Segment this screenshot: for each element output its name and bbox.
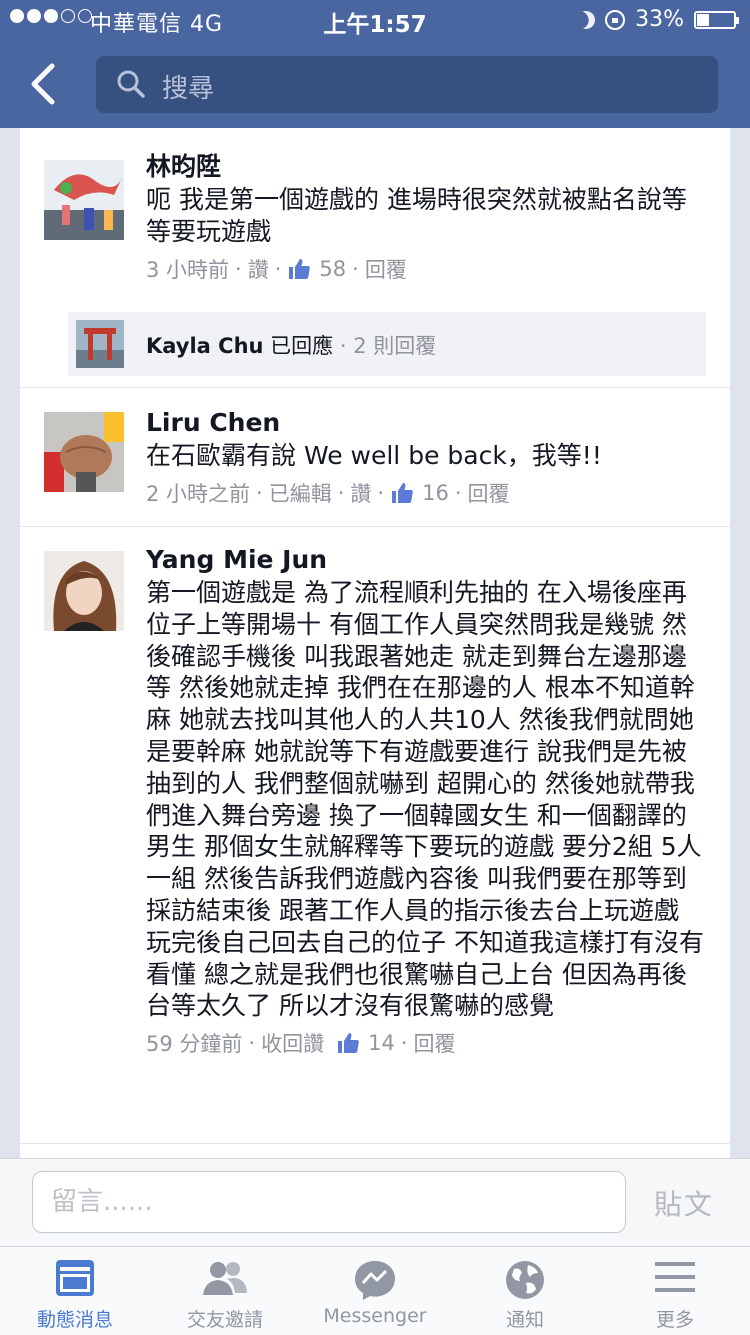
commenter-name[interactable]: Liru Chen (146, 408, 706, 438)
tab-friend-requests[interactable]: 交友邀請 (150, 1247, 300, 1335)
comment-compose-bar: 貼文 (0, 1158, 750, 1247)
tab-label: 更多 (655, 1309, 694, 1331)
battery-percentage: 33% (635, 7, 684, 32)
tab-messenger[interactable]: Messenger (300, 1247, 450, 1335)
reply-link[interactable]: 回覆 (414, 1028, 456, 1058)
tab-label: Messenger (323, 1305, 427, 1327)
like-count-icon (392, 482, 413, 503)
top-navigation-bar: 中華電信 4G 上午1:57 33% 搜尋 (0, 0, 750, 128)
back-button[interactable] (24, 60, 68, 108)
search-input[interactable]: 搜尋 (96, 56, 718, 113)
comment-time: 2 小時之前 (146, 481, 251, 506)
like-count: 14 (368, 1031, 395, 1056)
comment-time: 59 分鐘前 (146, 1032, 243, 1057)
tab-label: 交友邀請 (186, 1309, 263, 1331)
reply-author-name: Kayla Chu (146, 334, 264, 358)
reply-verb: 已回應 (270, 334, 334, 358)
comment-meta: 3 小時前 · 讚 · 58 · 回覆 (146, 254, 706, 284)
reply-link[interactable]: 回覆 (365, 254, 407, 284)
comment-meta: 59 分鐘前 · 收回讚 14 · 回覆 (146, 1028, 706, 1058)
news-feed-icon (56, 1260, 94, 1296)
like-count-icon (289, 258, 311, 279)
tab-more[interactable]: 更多 (600, 1247, 750, 1335)
bottom-tab-bar: 動態消息 交友邀請 Messenger 通知 更多 (0, 1246, 750, 1335)
commenter-name[interactable]: Yang Mie Jun (146, 545, 706, 575)
comment-meta: 2 小時之前 · 已編輯 · 讚 · 16 · 回覆 (146, 478, 706, 508)
chevron-left-icon (31, 63, 55, 105)
unlike-link[interactable]: 收回讚 (261, 1028, 324, 1058)
commenter-name[interactable]: 林昀陞 (146, 152, 706, 182)
comment-time: 3 小時前 (146, 257, 230, 282)
avatar[interactable] (44, 160, 124, 240)
like-link[interactable]: 讚 (350, 478, 371, 508)
avatar[interactable] (44, 412, 124, 492)
comments-list: 林昀陞 呃 我是第一個遊戲的 進場時很突然就被點名說等等要玩遊戲 3 小時前 ·… (20, 128, 730, 1158)
comment-text: 第一個遊戲是 為了流程順利先抽的 在入場後座再位子上等開場十 有個工作人員突然問… (146, 578, 704, 1021)
friend-requests-icon (203, 1262, 247, 1295)
comment-text: 呃 我是第一個遊戲的 進場時很突然就被點名說等等要玩遊戲 (146, 185, 687, 246)
battery-icon (694, 10, 739, 29)
menu-icon (655, 1262, 695, 1292)
tab-label: 通知 (505, 1309, 544, 1331)
post-button[interactable]: 貼文 (654, 1183, 714, 1223)
like-count: 58 (319, 256, 347, 281)
search-placeholder: 搜尋 (162, 74, 215, 104)
search-icon (117, 70, 145, 98)
globe-icon (506, 1261, 544, 1299)
do-not-disturb-icon (575, 8, 598, 31)
comment-text: 在石歐霸有說 We well be back，我等!! (146, 441, 602, 470)
tab-notifications[interactable]: 通知 (450, 1247, 600, 1335)
like-link[interactable]: 讚 (248, 254, 269, 284)
avatar (76, 320, 124, 368)
tab-news-feed[interactable]: 動態消息 (0, 1247, 150, 1335)
tab-label: 動態消息 (36, 1309, 113, 1331)
edited-label: 已編輯 (268, 481, 332, 506)
like-count-icon (338, 1033, 359, 1054)
reply-link[interactable]: 回覆 (468, 478, 510, 508)
rotation-lock-icon (605, 9, 626, 30)
messenger-icon (355, 1261, 395, 1300)
comment-item: Yang Mie Jun 第一個遊戲是 為了流程順利先抽的 在入場後座再位子上等… (20, 527, 730, 1144)
view-replies-button[interactable]: Kayla Chu 已回應 · 2 則回覆 (68, 312, 706, 376)
comment-input[interactable] (32, 1171, 626, 1233)
reply-count: · 2 則回覆 (339, 334, 437, 358)
status-bar: 中華電信 4G 上午1:57 33% (0, 0, 750, 40)
like-count: 16 (422, 480, 449, 505)
comment-item: 林昀陞 呃 我是第一個遊戲的 進場時很突然就被點名說等等要玩遊戲 3 小時前 ·… (20, 136, 730, 388)
avatar[interactable] (44, 551, 124, 631)
comment-item: Liru Chen 在石歐霸有說 We well be back，我等!! 2 … (20, 388, 730, 527)
